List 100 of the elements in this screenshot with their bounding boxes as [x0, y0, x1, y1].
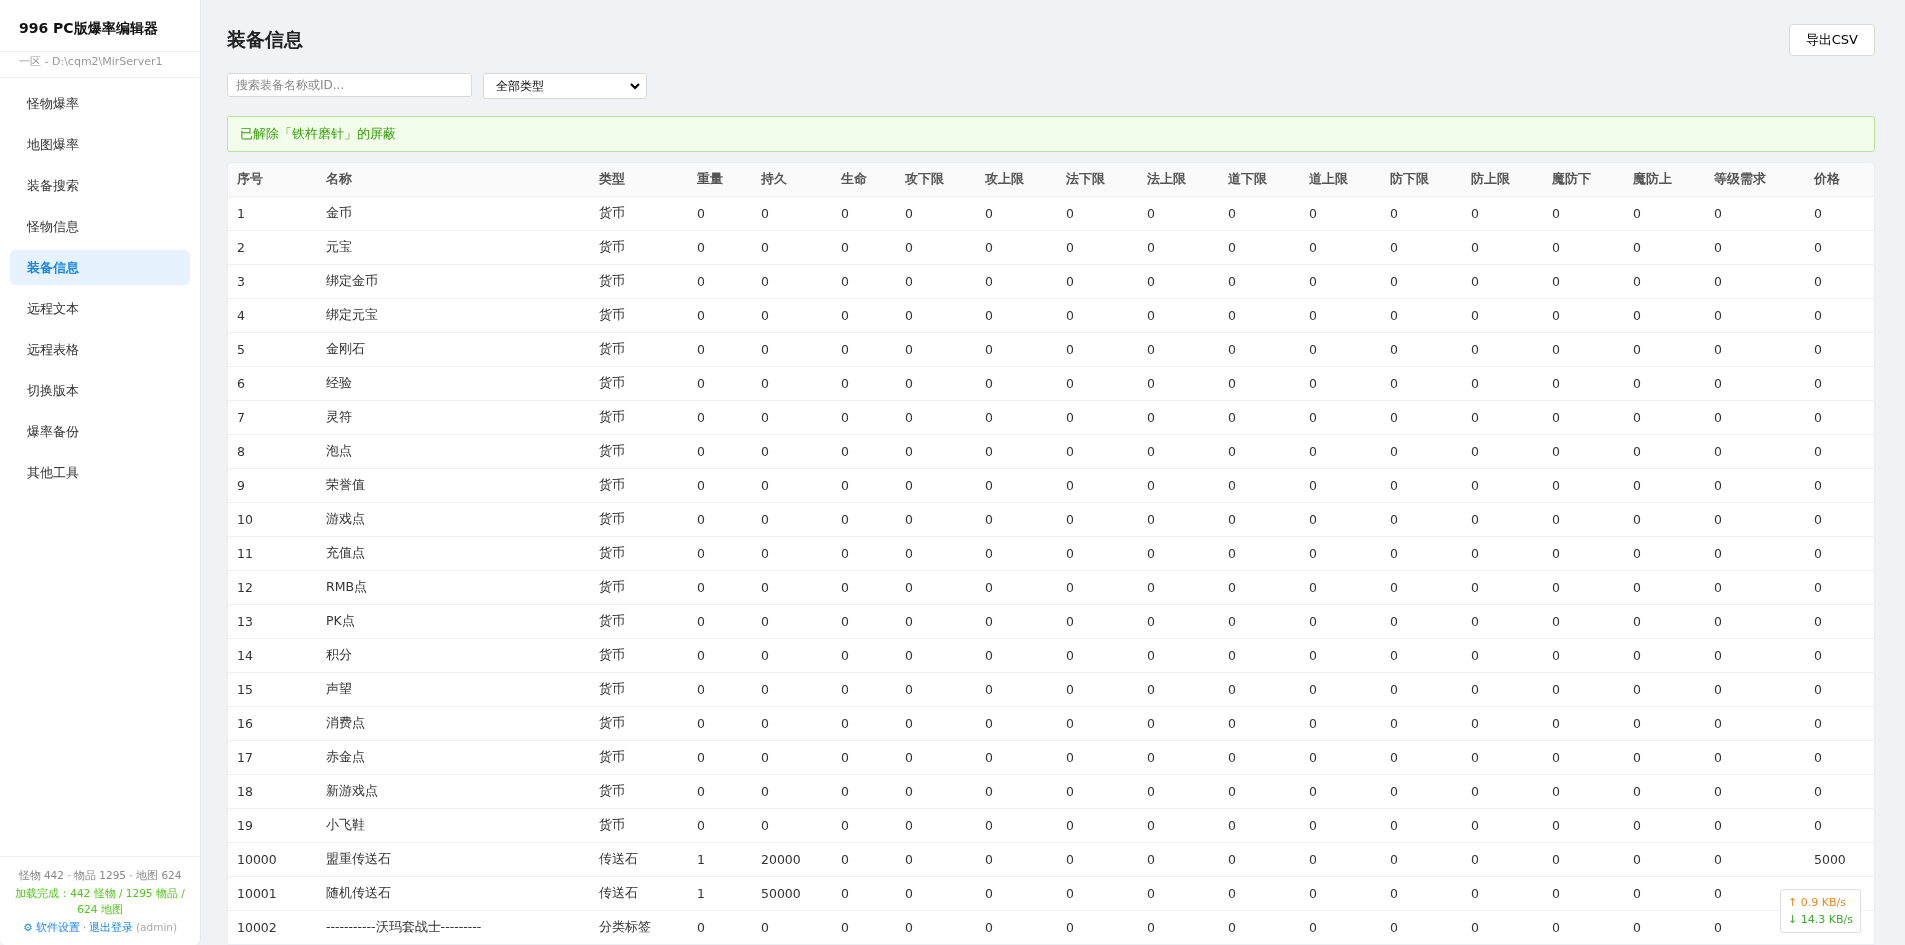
logout-link[interactable]: 退出登录: [89, 919, 133, 935]
table-cell: 0: [1633, 818, 1641, 833]
table-cell: 0: [1714, 410, 1722, 425]
table-cell: 0: [905, 546, 913, 561]
table-cell: 15: [237, 682, 253, 697]
table-cell: 0: [1714, 478, 1722, 493]
sidebar-item[interactable]: 怪物爆率: [10, 86, 190, 121]
table-cell: 0: [1147, 376, 1155, 391]
load-status: 加载完成：442 怪物 / 1295 物品 / 624 地图: [14, 886, 186, 917]
table-cell: 0: [1309, 512, 1317, 527]
table-cell: 5: [237, 342, 245, 357]
table-cell: 0: [1633, 580, 1641, 595]
table-cell: 0: [1390, 512, 1398, 527]
table-cell: 0: [1814, 444, 1822, 459]
type-select[interactable]: 全部类型: [483, 73, 647, 99]
table-cell: 0: [841, 580, 849, 595]
table-cell: 金币: [326, 205, 352, 220]
table-cell: 50000: [761, 886, 801, 901]
sidebar-item[interactable]: 装备搜索: [10, 168, 190, 203]
table-cell: 0: [1066, 444, 1074, 459]
table-cell: 0: [905, 274, 913, 289]
table-cell: 0: [841, 206, 849, 221]
table-cell: 0: [1471, 886, 1479, 901]
table-cell: 0: [985, 410, 993, 425]
table-cell: 货币: [599, 579, 625, 594]
table-cell: 0: [1147, 206, 1155, 221]
sidebar-item[interactable]: 切换版本: [10, 373, 190, 408]
table-cell: 0: [1814, 240, 1822, 255]
table-cell: 新游戏点: [326, 783, 378, 798]
table-cell: 0: [1714, 308, 1722, 323]
table-cell: 0: [905, 342, 913, 357]
table-cell: 0: [985, 920, 993, 935]
table-cell: 0: [1714, 920, 1722, 935]
sidebar-item[interactable]: 其他工具: [10, 455, 190, 490]
settings-link[interactable]: ⚙ 软件设置: [22, 919, 80, 935]
table-cell: 0: [1147, 920, 1155, 935]
sidebar-item[interactable]: 爆率备份: [10, 414, 190, 449]
column-header: 魔防下: [1552, 171, 1591, 186]
table-cell: 0: [985, 580, 993, 595]
table-cell: 0: [905, 852, 913, 867]
table-cell: 0: [1147, 342, 1155, 357]
table-cell: 0: [761, 716, 769, 731]
export-button[interactable]: 导出CSV: [1788, 23, 1875, 56]
table-cell: 货币: [599, 511, 625, 526]
user-name: (admin): [136, 920, 178, 935]
sidebar-item[interactable]: 怪物信息: [10, 209, 190, 244]
table-cell: 0: [1228, 614, 1236, 629]
sidebar-item[interactable]: 远程文本: [10, 291, 190, 326]
table-cell: 0: [1714, 614, 1722, 629]
table-cell: 0: [1309, 886, 1317, 901]
column-header: 等级需求: [1714, 171, 1766, 186]
table-cell: 分类标签: [599, 919, 651, 934]
table-cell: 0: [761, 444, 769, 459]
table-cell: 0: [1714, 682, 1722, 697]
search-field[interactable]: 搜索装备名称或ID...: [227, 73, 472, 97]
table-cell: 0: [905, 682, 913, 697]
table-cell: 0: [985, 274, 993, 289]
table-cell: 0: [905, 410, 913, 425]
table-cell: 0: [1714, 886, 1722, 901]
table-cell: 0: [1147, 410, 1155, 425]
table-cell: 0: [1714, 716, 1722, 731]
table-cell: 0: [1066, 614, 1074, 629]
table-cell: 0: [1714, 274, 1722, 289]
table-cell: 0: [1228, 682, 1236, 697]
table-cell: 0: [697, 784, 705, 799]
table-cell: 0: [985, 886, 993, 901]
table-cell: 0: [1633, 852, 1641, 867]
table-cell: 0: [1633, 716, 1641, 731]
table-cell: 0: [1633, 410, 1641, 425]
column-header: 法下限: [1066, 171, 1105, 186]
table-cell: 8: [237, 444, 245, 459]
table-cell: 0: [1228, 478, 1236, 493]
table-cell: 0: [761, 478, 769, 493]
table-cell: 0: [1633, 376, 1641, 391]
table-cell: 0: [1147, 648, 1155, 663]
table-cell: 0: [697, 682, 705, 697]
table-cell: 0: [1471, 682, 1479, 697]
table-cell: 0: [841, 546, 849, 561]
table-cell: 0: [1390, 784, 1398, 799]
table-cell: 0: [905, 886, 913, 901]
table-cell: 0: [697, 512, 705, 527]
table-cell: 0: [985, 784, 993, 799]
column-header: 类型: [599, 171, 625, 186]
table-cell: 0: [1471, 308, 1479, 323]
table-cell: 0: [905, 240, 913, 255]
table-cell: 0: [1471, 410, 1479, 425]
table-cell: 货币: [599, 307, 625, 322]
sidebar-item[interactable]: 远程表格: [10, 332, 190, 367]
table-cell: 0: [905, 478, 913, 493]
table-cell: 0: [1066, 512, 1074, 527]
table-cell: 0: [841, 512, 849, 527]
sidebar-item[interactable]: 地图爆率: [10, 127, 190, 162]
table-cell: 0: [1309, 376, 1317, 391]
table-cell: 0: [1066, 308, 1074, 323]
table-cell: 0: [1471, 648, 1479, 663]
table-cell: 0: [1309, 614, 1317, 629]
table-cell: 0: [1471, 920, 1479, 935]
table-cell: 0: [697, 648, 705, 663]
table-cell: 0: [1633, 750, 1641, 765]
table-cell: 0: [1390, 308, 1398, 323]
